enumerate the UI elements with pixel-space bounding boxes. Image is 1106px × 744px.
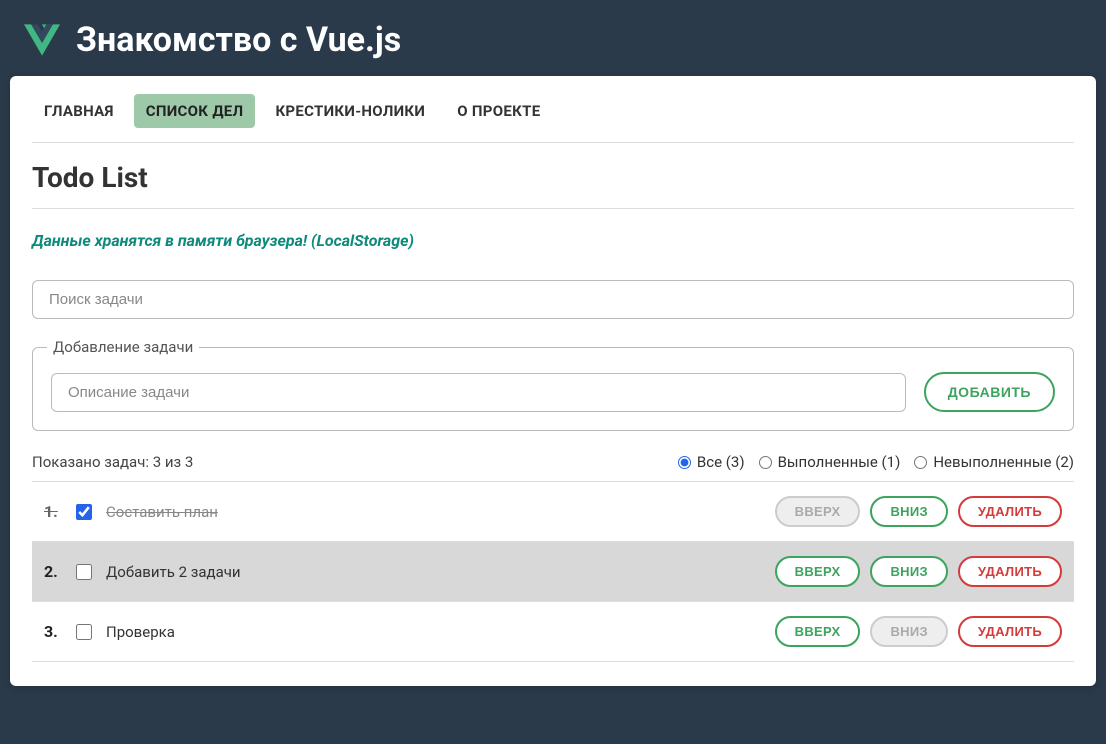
stats-row: Показано задач: 3 из 3 Все (3) Выполненны… <box>32 453 1074 471</box>
move-down-button: ВНИЗ <box>870 616 947 647</box>
tab-1[interactable]: СПИСОК ДЕЛ <box>134 94 256 128</box>
delete-button[interactable]: УДАЛИТЬ <box>958 556 1062 587</box>
filter-group: Все (3) Выполненные (1) Невыполненные (2) <box>678 453 1074 471</box>
move-down-button[interactable]: ВНИЗ <box>870 556 947 587</box>
add-button[interactable]: ДОБАВИТЬ <box>924 372 1055 412</box>
task-actions: ВВЕРХ ВНИЗ УДАЛИТЬ <box>775 556 1062 587</box>
task-text: Составить план <box>106 503 761 521</box>
app-title: Знакомство с Vue.js <box>76 20 401 60</box>
page-title: Todo List <box>32 161 1074 209</box>
task-checkbox[interactable] <box>76 624 92 640</box>
main-card: ГЛАВНАЯСПИСОК ДЕЛКРЕСТИКИ-НОЛИКИО ПРОЕКТ… <box>10 76 1096 686</box>
filter-label: Выполненные (1) <box>778 453 901 471</box>
filter-option-1[interactable]: Выполненные (1) <box>759 453 901 471</box>
task-checkbox[interactable] <box>76 564 92 580</box>
move-up-button: ВВЕРХ <box>775 496 861 527</box>
tab-2[interactable]: КРЕСТИКИ-НОЛИКИ <box>263 94 437 128</box>
filter-radio-2[interactable] <box>914 456 927 469</box>
filter-radio-0[interactable] <box>678 456 691 469</box>
task-row: 3. Проверка ВВЕРХ ВНИЗ УДАЛИТЬ <box>32 602 1074 662</box>
filter-label: Невыполненные (2) <box>933 453 1074 471</box>
filter-option-2[interactable]: Невыполненные (2) <box>914 453 1074 471</box>
nav-tabs: ГЛАВНАЯСПИСОК ДЕЛКРЕСТИКИ-НОЛИКИО ПРОЕКТ… <box>32 94 1074 143</box>
task-number: 3. <box>44 622 62 641</box>
delete-button[interactable]: УДАЛИТЬ <box>958 616 1062 647</box>
task-text: Добавить 2 задачи <box>106 563 761 581</box>
task-actions: ВВЕРХ ВНИЗ УДАЛИТЬ <box>775 616 1062 647</box>
filter-option-0[interactable]: Все (3) <box>678 453 745 471</box>
task-count: Показано задач: 3 из 3 <box>32 453 193 471</box>
filter-label: Все (3) <box>697 453 745 471</box>
task-description-input[interactable] <box>51 373 906 412</box>
task-list: 1. Составить план ВВЕРХ ВНИЗ УДАЛИТЬ 2. Добави… <box>32 481 1074 662</box>
task-row: 2. Добавить 2 задачи ВВЕРХ ВНИЗ УДАЛИТЬ <box>32 542 1074 602</box>
task-row: 1. Составить план ВВЕРХ ВНИЗ УДАЛИТЬ <box>32 482 1074 542</box>
move-down-button[interactable]: ВНИЗ <box>870 496 947 527</box>
filter-radio-1[interactable] <box>759 456 772 469</box>
move-up-button[interactable]: ВВЕРХ <box>775 556 861 587</box>
task-number: 1. <box>44 502 62 521</box>
task-checkbox[interactable] <box>76 504 92 520</box>
move-up-button[interactable]: ВВЕРХ <box>775 616 861 647</box>
delete-button[interactable]: УДАЛИТЬ <box>958 496 1062 527</box>
add-task-legend: Добавление задачи <box>47 338 199 356</box>
storage-notice: Данные хранятся в памяти браузера! (Loca… <box>32 231 1074 250</box>
app-header: Знакомство с Vue.js <box>0 0 1106 76</box>
tab-3[interactable]: О ПРОЕКТЕ <box>445 94 552 128</box>
task-text: Проверка <box>106 623 761 641</box>
vue-logo-icon <box>24 22 60 58</box>
task-number: 2. <box>44 562 62 581</box>
tab-0[interactable]: ГЛАВНАЯ <box>32 94 126 128</box>
task-actions: ВВЕРХ ВНИЗ УДАЛИТЬ <box>775 496 1062 527</box>
search-input[interactable] <box>32 280 1074 319</box>
add-task-fieldset: Добавление задачи ДОБАВИТЬ <box>32 347 1074 431</box>
